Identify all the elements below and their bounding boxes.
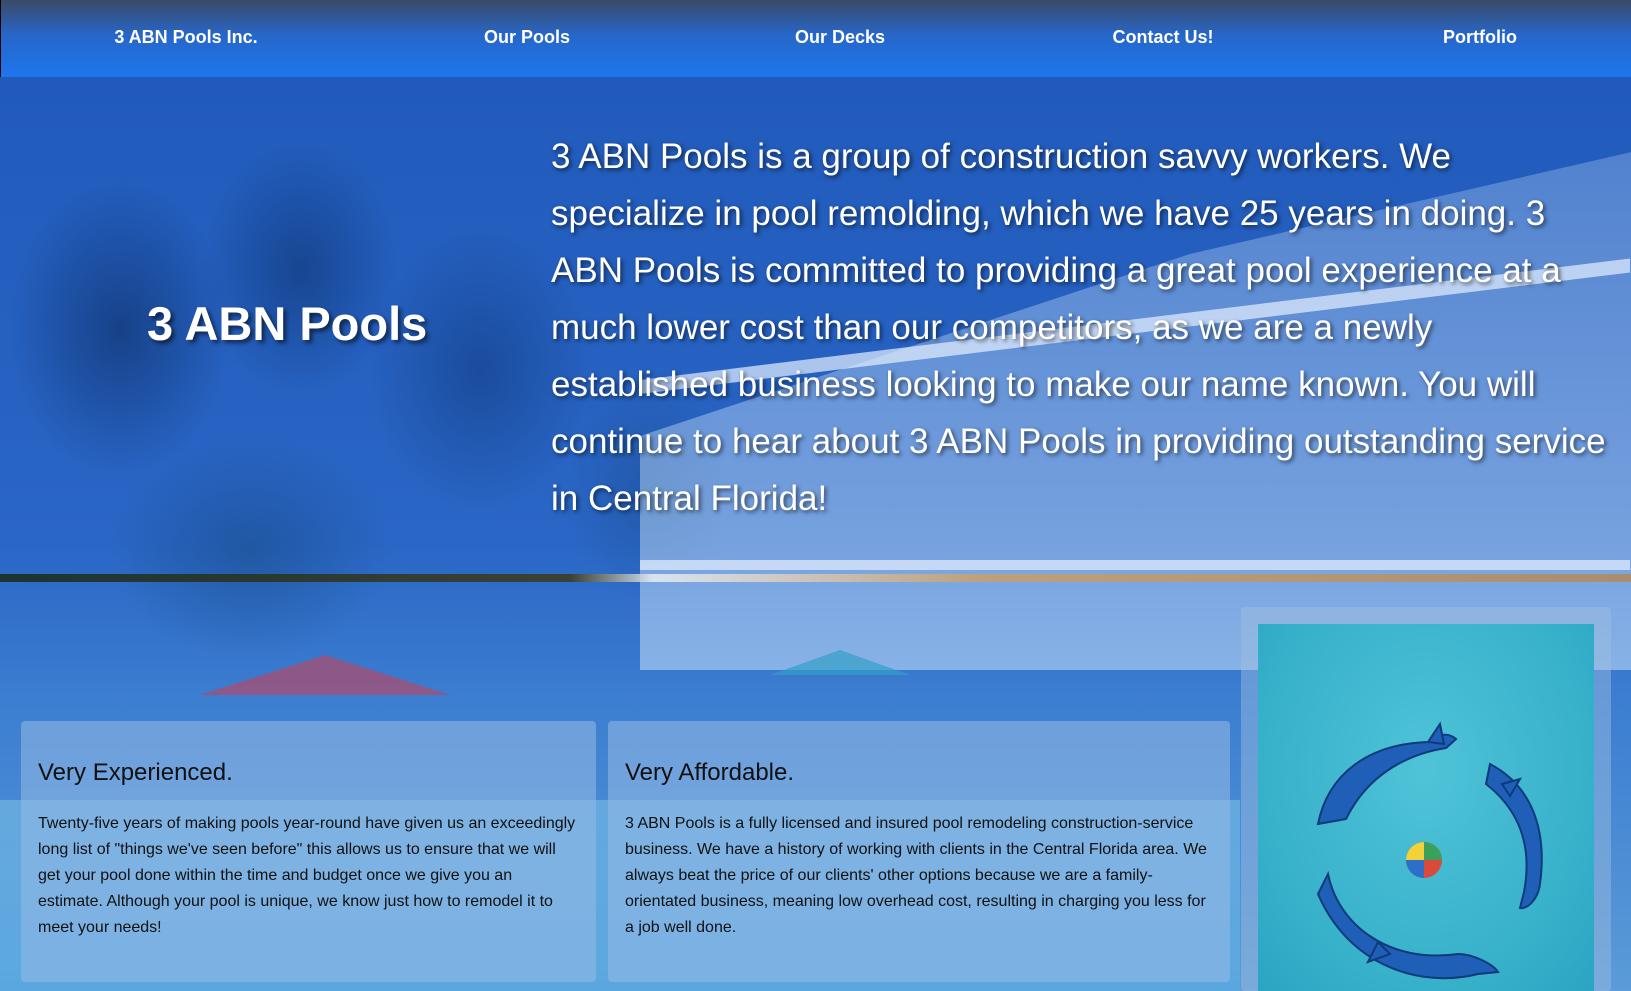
feature-card-experienced: Very Experienced. Twenty-five years of m… <box>21 721 596 982</box>
feature-card-heading: Very Experienced. <box>38 759 233 786</box>
dolphin-mosaic-image <box>1258 624 1594 991</box>
nav-brand-link[interactable]: 3 ABN Pools Inc. <box>114 27 257 48</box>
feature-card-body: Twenty-five years of making pools year-r… <box>38 815 576 936</box>
feature-card-heading: Very Affordable. <box>625 759 795 786</box>
feature-card-body: 3 ABN Pools is a fully licensed and insu… <box>625 815 1207 936</box>
background-balcony-rail-lower <box>640 560 1630 570</box>
nav-our-pools[interactable]: Our Pools <box>484 27 570 48</box>
nav-our-decks[interactable]: Our Decks <box>795 27 885 48</box>
section-divider-band <box>0 574 1631 582</box>
nav-contact-us[interactable]: Contact Us! <box>1112 27 1213 48</box>
hero-description: 3 ABN Pools is a group of construction s… <box>551 137 1606 518</box>
top-navigation: 3 ABN Pools Inc. Our Pools Our Decks Con… <box>0 0 1631 77</box>
nav-portfolio[interactable]: Portfolio <box>1443 27 1517 48</box>
feature-card-affordable: Very Affordable. 3 ABN Pools is a fully … <box>608 721 1230 982</box>
dolphin-mosaic-icon <box>1316 721 1543 980</box>
hero-title: 3 ABN Pools <box>147 297 428 350</box>
